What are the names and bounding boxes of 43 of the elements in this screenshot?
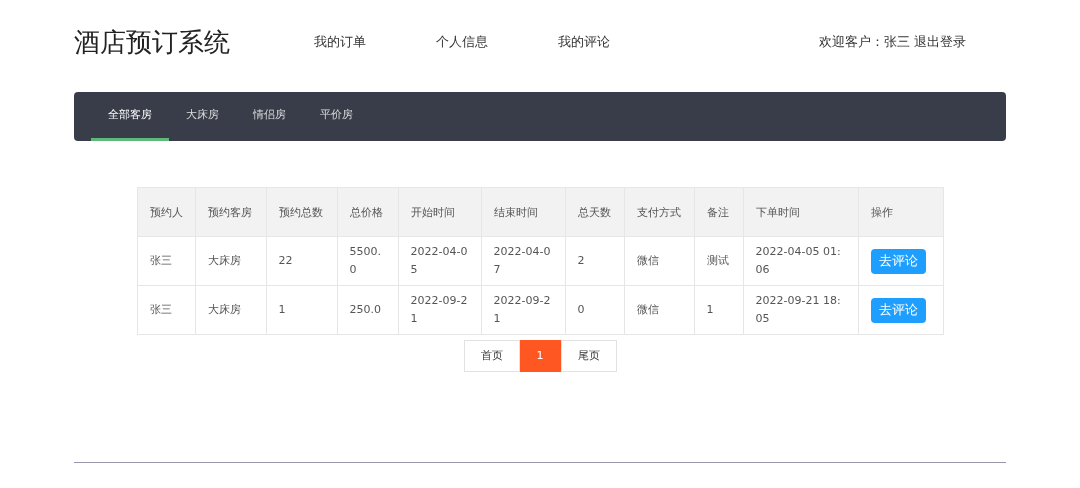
table-cell: 微信 (624, 236, 694, 286)
table-cell: 5500.0 (337, 236, 398, 286)
nav-link[interactable]: 个人信息 (436, 32, 488, 52)
table-cell: 22 (266, 236, 337, 286)
table-cell: 大床房 (195, 285, 266, 335)
table-cell: 0 (565, 285, 624, 335)
table-cell: 1 (266, 285, 337, 335)
column-header: 总价格 (337, 187, 398, 237)
table-cell: 250.0 (337, 285, 398, 335)
table-cell: 1 (694, 285, 743, 335)
column-header: 操作 (858, 187, 943, 237)
table-cell: 2022-09-21 (398, 285, 481, 335)
table-cell: 2 (565, 236, 624, 286)
column-header: 总天数 (565, 187, 624, 237)
nav-link[interactable]: 我的订单 (314, 32, 366, 52)
table-cell: 微信 (624, 285, 694, 335)
column-header: 结束时间 (481, 187, 565, 237)
table-cell: 2022-09-21 (481, 285, 565, 335)
room-tab[interactable]: 平价房 (303, 92, 370, 141)
column-header: 预约客房 (195, 187, 266, 237)
nav-link[interactable]: 我的评论 (558, 32, 610, 52)
table-cell: 2022-04-05 01:06 (743, 236, 858, 286)
table-cell: 2022-04-05 (398, 236, 481, 286)
site-title: 酒店预订系统 (74, 25, 231, 59)
table-cell: 2022-09-21 18:05 (743, 285, 858, 335)
room-tab[interactable]: 全部客房 (91, 92, 169, 141)
table-cell: 张三 (137, 285, 195, 335)
room-tab[interactable]: 大床房 (169, 92, 236, 141)
column-header: 下单时间 (743, 187, 858, 237)
column-header: 备注 (694, 187, 743, 237)
table-cell: 测试 (694, 236, 743, 286)
welcome-text: 欢迎客户：张三 (819, 33, 910, 52)
page-button[interactable]: 尾页 (560, 340, 617, 372)
page-button[interactable]: 首页 (463, 340, 520, 372)
logout-link[interactable]: 退出登录 (914, 32, 966, 52)
table-cell: 2022-04-07 (481, 236, 565, 286)
table-cell: 大床房 (195, 236, 266, 286)
column-header: 预约人 (137, 187, 195, 237)
column-header: 预约总数 (266, 187, 337, 237)
column-header: 开始时间 (398, 187, 481, 237)
table-cell: 张三 (137, 236, 195, 286)
column-header: 支付方式 (624, 187, 694, 237)
room-tab[interactable]: 情侣房 (236, 92, 303, 141)
